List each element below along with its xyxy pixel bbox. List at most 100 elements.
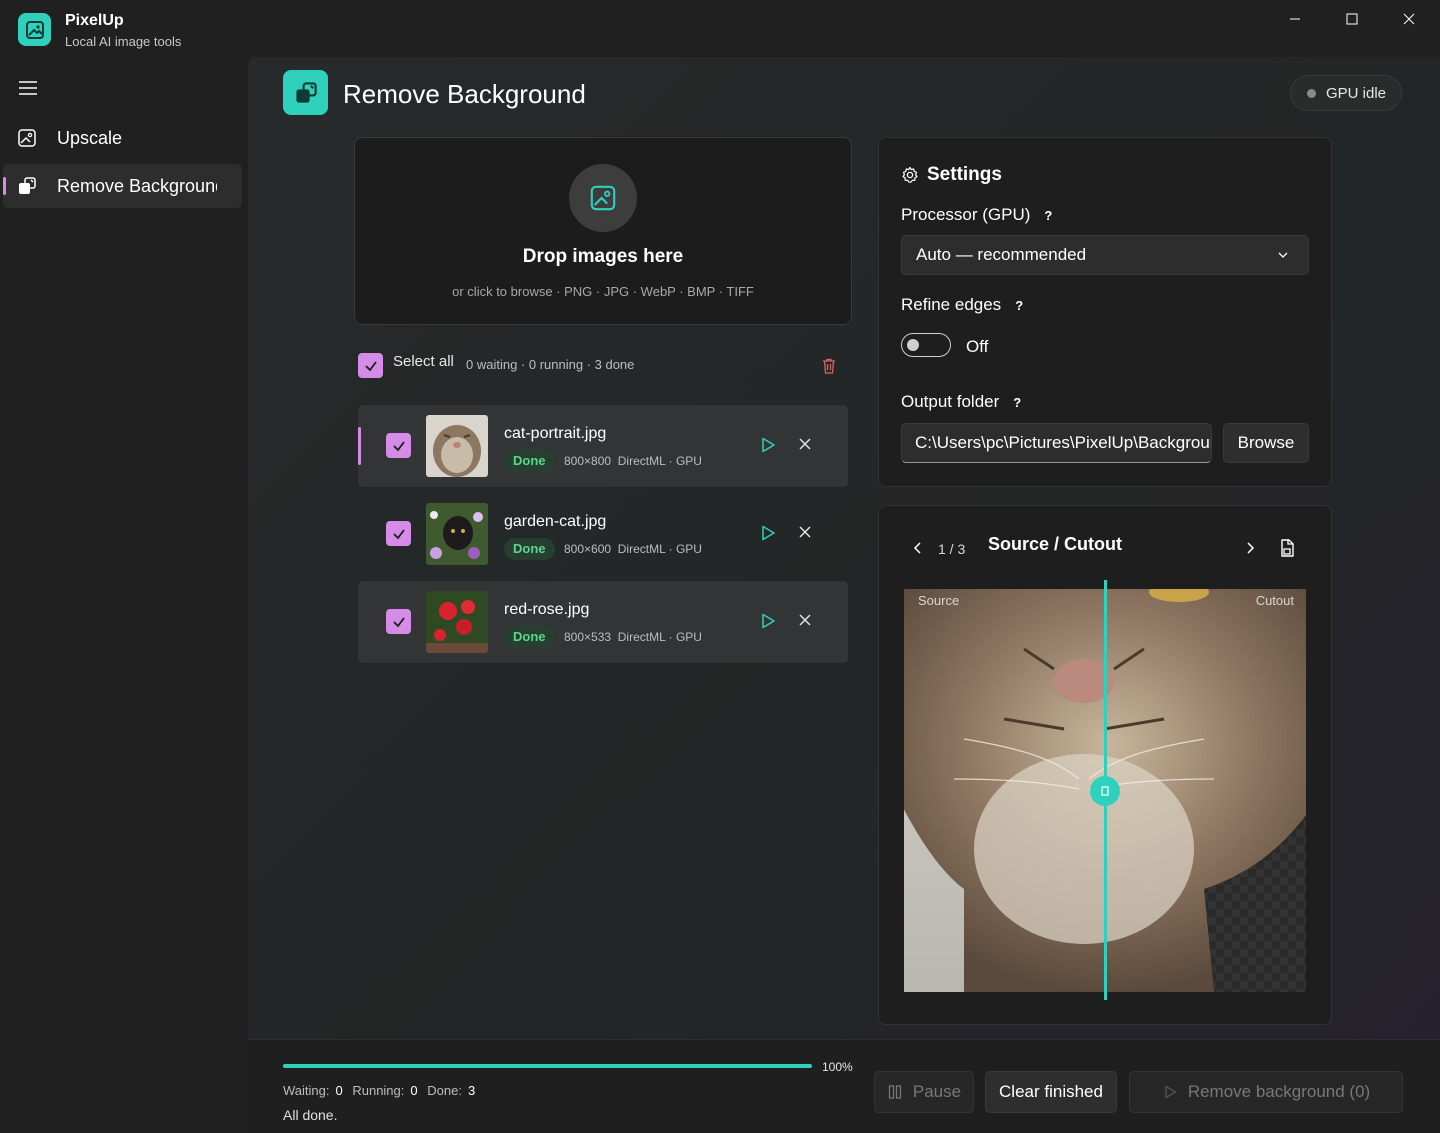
remove-item-button[interactable] <box>798 437 816 455</box>
source-label: Source <box>918 593 960 608</box>
waiting-count: 0 <box>335 1083 343 1098</box>
waiting-label: Waiting: <box>283 1083 330 1098</box>
running-label: Running: <box>352 1083 405 1098</box>
file-engine: DirectML · GPU <box>617 454 702 468</box>
pause-label: Pause <box>912 1082 962 1101</box>
nav-item-remove-background[interactable]: Remove Background <box>3 164 242 208</box>
done-label: Done: <box>427 1083 462 1098</box>
row-checkbox[interactable] <box>386 521 411 546</box>
thumbnail-red-rose <box>426 591 488 653</box>
remove-item-button[interactable] <box>798 525 816 543</box>
refine-edges-toggle[interactable] <box>901 333 951 357</box>
processor-value: Auto — recommended <box>916 245 1087 264</box>
previous-image-button[interactable] <box>911 540 927 558</box>
check-icon <box>392 528 405 539</box>
save-file-icon <box>1281 539 1294 557</box>
preview-title: Source / Cutout <box>988 534 1122 554</box>
refine-help-button[interactable]: ? <box>1015 298 1023 313</box>
status-dot-icon <box>1307 88 1316 98</box>
run-item-button[interactable] <box>759 524 779 544</box>
active-indicator <box>3 177 6 195</box>
nav-item-upscale[interactable]: Upscale <box>3 116 242 160</box>
file-engine: DirectML · GPU <box>617 630 702 644</box>
minimize-button[interactable] <box>1273 6 1317 32</box>
clear-finished-button[interactable]: Clear finished <box>985 1071 1117 1113</box>
app-logo-icon <box>18 13 51 46</box>
trash-icon <box>823 358 835 374</box>
page-title: Remove Background <box>343 79 586 109</box>
play-icon <box>762 613 775 629</box>
output-folder-input[interactable]: C:\Users\pc\Pictures\PixelUp\Background <box>901 423 1212 463</box>
settings-title: Settings <box>927 164 1002 185</box>
settings-panel: Settings Processor (GPU)? Auto — recomme… <box>878 137 1332 487</box>
processor-select[interactable]: Auto — recommended <box>901 235 1309 275</box>
chevron-right-icon <box>1247 542 1255 554</box>
play-icon <box>762 437 775 453</box>
close-icon <box>799 614 811 626</box>
settings-header: Settings <box>901 164 1002 186</box>
row-checkbox[interactable] <box>386 609 411 634</box>
queue-row[interactable]: cat-portrait.jpg Done 800×800 DirectML ·… <box>358 405 848 487</box>
refine-label: Refine edges <box>901 295 1002 314</box>
check-icon <box>364 360 377 371</box>
remove-bg-icon <box>17 176 37 196</box>
remove-item-button[interactable] <box>798 613 816 631</box>
progress-bar <box>283 1064 812 1068</box>
output-folder-label: Output folder <box>901 392 1000 411</box>
drop-subtitle: or click to browse · PNG · JPG · WebP · … <box>452 284 754 299</box>
drop-zone[interactable]: Drop images here or click to browse · PN… <box>354 137 852 325</box>
processor-label-row: Processor (GPU)? <box>901 205 1052 225</box>
toggle-knob <box>907 339 919 351</box>
selected-indicator <box>358 427 361 465</box>
maximize-button[interactable] <box>1330 6 1374 32</box>
check-icon <box>392 616 405 627</box>
preview-counter: 1 / 3 <box>938 541 966 557</box>
chevron-left-icon <box>913 542 921 554</box>
running-count: 0 <box>410 1083 418 1098</box>
close-window-button[interactable] <box>1387 6 1431 32</box>
preview-panel: 1 / 3 Source / Cutout Source Cutout <box>878 505 1332 1025</box>
run-item-button[interactable] <box>759 436 779 456</box>
file-name: red-rose.jpg <box>504 601 590 618</box>
progress-fill <box>283 1064 812 1068</box>
pause-button[interactable]: Pause <box>874 1071 974 1113</box>
play-icon <box>762 525 775 541</box>
title-bar: PixelUp Local AI image tools <box>0 0 1440 56</box>
gpu-status-badge: GPU idle <box>1290 75 1402 111</box>
remove-bg-page-icon <box>283 70 328 115</box>
menu-toggle-button[interactable] <box>14 74 42 102</box>
queue-row[interactable]: red-rose.jpg Done 800×533 DirectML · GPU <box>358 581 848 663</box>
save-output-button[interactable] <box>1277 538 1299 560</box>
file-meta: 800×600 DirectML · GPU <box>564 542 702 556</box>
thumbnail-cat-portrait <box>426 415 488 477</box>
output-label-row: Output folder? <box>901 392 1021 412</box>
row-checkbox[interactable] <box>386 433 411 458</box>
file-name: cat-portrait.jpg <box>504 425 607 442</box>
main-content: Remove Background GPU idle Drop images h… <box>248 57 1440 1133</box>
run-item-button[interactable] <box>759 612 779 632</box>
processor-help-button[interactable]: ? <box>1044 208 1052 223</box>
file-size: 800×800 <box>564 454 612 468</box>
file-name: garden-cat.jpg <box>504 513 607 530</box>
queue-row[interactable]: garden-cat.jpg Done 800×600 DirectML · G… <box>358 493 848 575</box>
grip-icon <box>1101 786 1109 796</box>
output-help-button[interactable]: ? <box>1013 395 1021 410</box>
nav-label: Upscale <box>57 127 123 148</box>
refine-label-row: Refine edges? <box>901 295 1023 315</box>
clear-queue-button[interactable] <box>820 357 840 377</box>
browse-button[interactable]: Browse <box>1223 423 1309 463</box>
remove-background-button[interactable]: Remove background (0) <box>1129 1071 1403 1113</box>
compare-slider-handle[interactable] <box>1090 776 1120 806</box>
app-name: PixelUp <box>65 12 124 29</box>
queue-counts: Waiting: 0 Running: 0 Done: 3 <box>283 1083 481 1098</box>
status-badge: Done <box>504 538 555 560</box>
next-image-button[interactable] <box>1243 540 1259 558</box>
file-engine: DirectML · GPU <box>617 542 702 556</box>
file-size: 800×533 <box>564 630 612 644</box>
select-all-checkbox[interactable] <box>358 353 383 378</box>
play-icon <box>1165 1085 1176 1099</box>
close-icon <box>799 438 811 450</box>
thumbnail-garden-cat <box>426 503 488 565</box>
close-icon <box>1403 13 1415 25</box>
progress-percent: 100% <box>822 1060 853 1074</box>
